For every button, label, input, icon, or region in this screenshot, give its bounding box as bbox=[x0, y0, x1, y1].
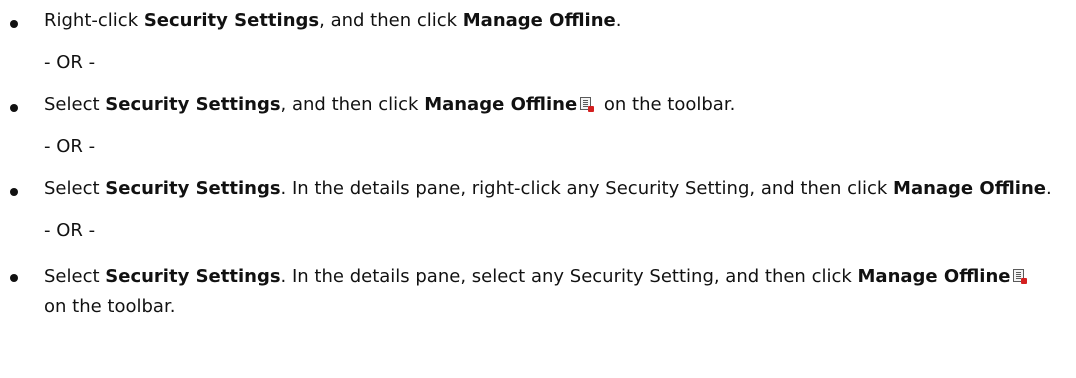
instructions: Right-click Security Settings, and then … bbox=[0, 0, 1076, 322]
step-text: on the toolbar. bbox=[44, 296, 176, 317]
ui-term: Security Settings bbox=[105, 94, 281, 115]
ui-term: Security Settings bbox=[143, 10, 320, 31]
ui-term: Security Settings bbox=[105, 178, 281, 199]
bullet-icon bbox=[10, 20, 18, 28]
list-item: Select Security Settings. In the details… bbox=[0, 262, 1054, 322]
ui-term: Manage Offline bbox=[857, 266, 1011, 287]
ui-term: Manage Offline bbox=[424, 94, 578, 115]
step-text: Select bbox=[44, 94, 106, 115]
bullet-icon bbox=[10, 188, 18, 196]
step-text: . bbox=[615, 10, 622, 31]
step-text: . bbox=[1046, 178, 1052, 199]
step-text: on the toolbar. bbox=[598, 94, 736, 115]
step-text: , and then click bbox=[280, 94, 425, 115]
bullet-icon bbox=[10, 104, 18, 112]
manage-offline-icon bbox=[1013, 269, 1028, 284]
manage-offline-icon bbox=[580, 97, 595, 112]
step-text: Select bbox=[44, 266, 106, 287]
ui-term: Security Settings bbox=[105, 266, 281, 287]
or-separator: - OR - bbox=[44, 220, 96, 241]
step-text: Select bbox=[44, 178, 106, 199]
or-separator: - OR - bbox=[44, 136, 96, 157]
bullet-icon bbox=[10, 274, 18, 282]
step-text: . In the details pane, right-click any S… bbox=[280, 178, 894, 199]
list-item: Select Security Settings. In the details… bbox=[0, 178, 1054, 200]
list-item: Right-click Security Settings, and then … bbox=[0, 10, 1054, 32]
step-text: . In the details pane, select any Securi… bbox=[280, 266, 858, 287]
or-separator: - OR - bbox=[44, 52, 96, 73]
ui-term: Manage Offline bbox=[893, 178, 1046, 199]
step-text: Right-click bbox=[44, 10, 144, 31]
step-text: , and then click bbox=[319, 10, 463, 31]
ui-term: Manage Offline bbox=[462, 10, 616, 31]
list-item: Select Security Settings, and then click… bbox=[0, 94, 1054, 116]
